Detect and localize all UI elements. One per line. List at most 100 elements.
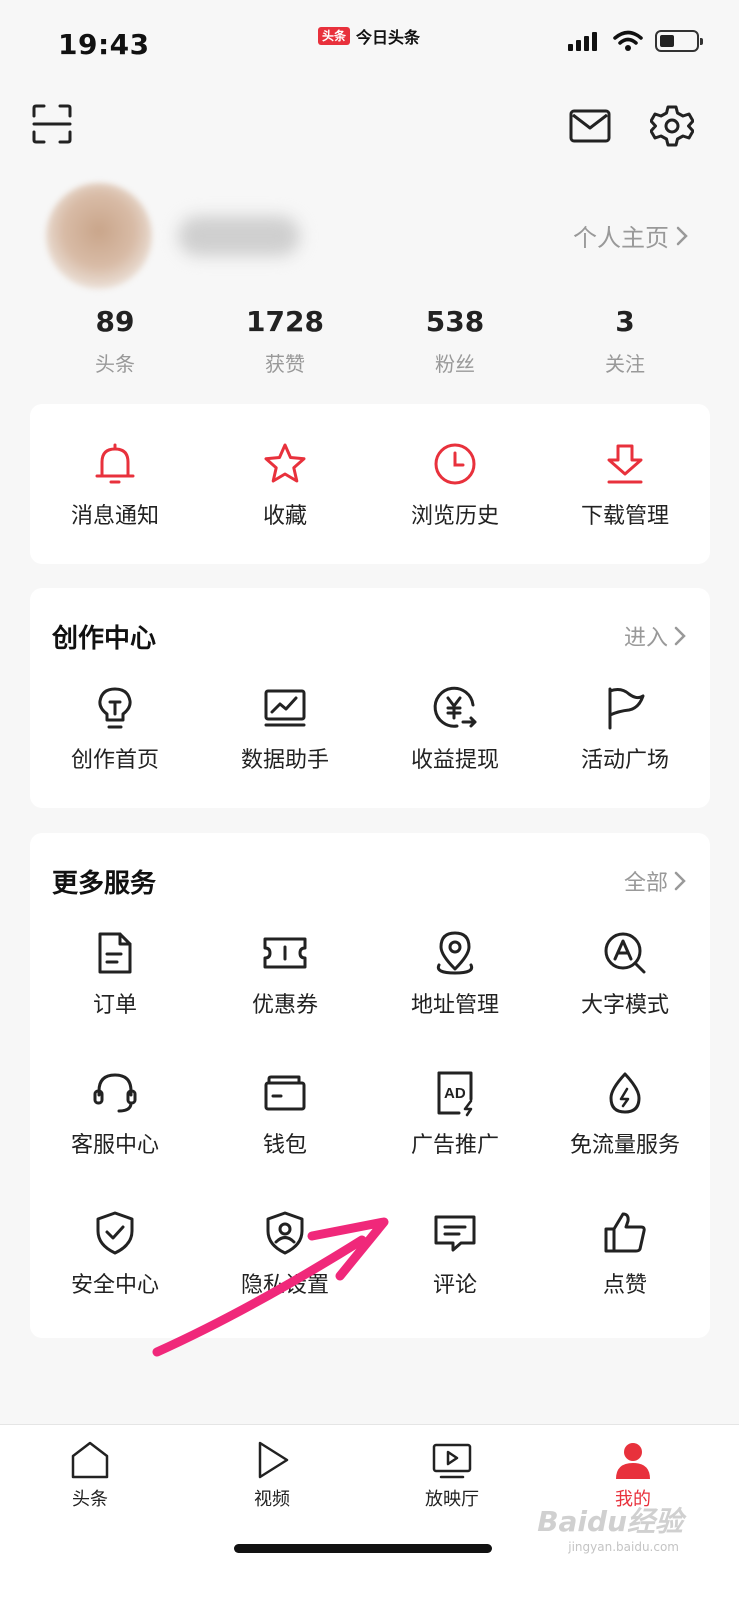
comment-icon — [434, 1215, 476, 1252]
stat-label: 关注 — [605, 352, 645, 376]
service-label: 大字模式 — [580, 993, 669, 1018]
service-security-center[interactable]: 安全中心 — [30, 1209, 200, 1299]
quick-action-label: 下载管理 — [580, 504, 669, 529]
service-large-font[interactable]: 大字模式 — [540, 929, 710, 1019]
service-label: 评论 — [432, 1273, 477, 1298]
creator-home[interactable]: 创作首页 — [30, 684, 200, 774]
stat-value: 89 — [95, 305, 135, 338]
more-services-all-link[interactable]: 全部 — [624, 865, 686, 897]
nav-label: 视频 — [254, 1489, 290, 1510]
stat-label: 头条 — [95, 352, 135, 376]
gear-icon[interactable] — [650, 104, 694, 148]
nav-video[interactable]: 视频 — [212, 1439, 332, 1511]
service-label: 订单 — [92, 993, 137, 1018]
service-label: 点赞 — [602, 1273, 647, 1298]
quick-action-downloads[interactable]: 下载管理 — [540, 440, 710, 530]
bell-icon — [95, 443, 135, 484]
creator-center-title: 创作中心 — [52, 624, 157, 654]
stat-value: 1728 — [246, 305, 324, 338]
creator-earnings[interactable]: 收益提现 — [370, 684, 540, 774]
service-privacy-settings[interactable]: 隐私设置 — [200, 1209, 370, 1299]
service-label: 客服中心 — [70, 1133, 159, 1158]
service-label: 隐私设置 — [240, 1273, 329, 1298]
service-customer-center[interactable]: 客服中心 — [30, 1069, 200, 1159]
service-likes[interactable]: 点赞 — [540, 1209, 710, 1299]
home-icon — [71, 1441, 109, 1479]
nav-toutiao[interactable]: 头条 — [30, 1439, 150, 1511]
flag-icon — [608, 687, 645, 730]
signal-icon — [568, 32, 597, 51]
creator-item-label: 创作首页 — [70, 748, 159, 773]
service-label: 钱包 — [262, 1133, 307, 1158]
thumbs-up-icon — [604, 1212, 646, 1253]
download-icon — [607, 444, 643, 484]
ad-icon: AD — [437, 1071, 473, 1117]
creator-item-label: 收益提现 — [410, 748, 499, 773]
service-label: 广告推广 — [410, 1133, 499, 1158]
headset-icon — [93, 1073, 137, 1113]
status-time: 19:43 — [58, 28, 150, 61]
creator-center-card: 创作中心 进入 创作首页 数据助手 收益提现 活动广场 — [30, 588, 710, 808]
stat-label: 粉丝 — [435, 352, 475, 376]
nav-label: 头条 — [72, 1489, 108, 1510]
stat-following[interactable]: 3 关注 — [540, 305, 710, 377]
service-coupons[interactable]: 优惠券 — [200, 929, 370, 1019]
watermark: Baidu经验 — [537, 1505, 683, 1538]
yuan-withdraw-icon — [433, 686, 477, 728]
stat-likes[interactable]: 1728 获赞 — [200, 305, 370, 377]
play-icon — [258, 1441, 289, 1479]
coupon-icon — [263, 937, 307, 969]
quick-action-history[interactable]: 浏览历史 — [370, 440, 540, 530]
clock-icon — [434, 443, 476, 485]
app-name: 今日头条 — [356, 28, 421, 47]
lightbulb-icon — [98, 687, 132, 729]
creator-activities[interactable]: 活动广场 — [540, 684, 710, 774]
watermark-url: jingyan.baidu.com — [568, 1540, 679, 1554]
user-icon — [616, 1443, 650, 1479]
quick-action-favorites[interactable]: 收藏 — [200, 440, 370, 530]
svg-text:AD: AD — [444, 1085, 466, 1102]
service-ad-promotion[interactable]: AD 广告推广 — [370, 1069, 540, 1159]
creator-data-assistant[interactable]: 数据助手 — [200, 684, 370, 774]
service-address[interactable]: 地址管理 — [370, 929, 540, 1019]
avatar[interactable] — [46, 183, 152, 289]
privacy-shield-icon — [266, 1211, 304, 1255]
mail-icon[interactable] — [568, 104, 612, 148]
profile-homepage-label: 个人主页 — [573, 224, 669, 252]
creator-item-label: 数据助手 — [240, 748, 329, 773]
status-indicators — [567, 30, 703, 52]
nav-label: 放映厅 — [425, 1489, 479, 1510]
wifi-icon — [613, 30, 643, 51]
quick-actions-card: 消息通知 收藏 浏览历史 下载管理 — [30, 404, 710, 564]
document-icon — [98, 932, 132, 974]
chevron-right-icon — [676, 226, 688, 245]
service-free-data[interactable]: 免流量服务 — [540, 1069, 710, 1159]
stats-row: 89 头条 1728 获赞 538 粉丝 3 关注 — [30, 305, 710, 377]
creator-center-enter-label: 进入 — [623, 626, 668, 651]
profile-homepage-link[interactable]: 个人主页 — [573, 218, 689, 253]
battery-icon — [655, 30, 703, 52]
more-services-all-label: 全部 — [623, 871, 668, 896]
data-drop-icon — [609, 1072, 641, 1114]
stat-label: 获赞 — [265, 352, 305, 376]
nav-theater[interactable]: 放映厅 — [392, 1439, 512, 1511]
username-blurred — [178, 216, 300, 256]
chevron-right-icon — [674, 626, 686, 646]
home-indicator — [234, 1544, 492, 1553]
quick-action-notifications[interactable]: 消息通知 — [30, 440, 200, 530]
scan-icon[interactable] — [30, 102, 74, 146]
more-services-card: 更多服务 全部 订单 优惠券 地址管理 大字模式 客服中心 钱包 AD 广告推广… — [30, 833, 710, 1338]
service-comments[interactable]: 评论 — [370, 1209, 540, 1299]
more-services-title: 更多服务 — [52, 869, 157, 899]
stat-posts[interactable]: 89 头条 — [30, 305, 200, 377]
service-orders[interactable]: 订单 — [30, 929, 200, 1019]
quick-action-label: 浏览历史 — [410, 504, 499, 529]
location-pin-icon — [436, 931, 474, 975]
creator-center-enter-link[interactable]: 进入 — [624, 620, 686, 652]
service-wallet[interactable]: 钱包 — [200, 1069, 370, 1159]
large-font-icon — [604, 932, 646, 974]
stat-followers[interactable]: 538 粉丝 — [370, 305, 540, 377]
stat-value: 538 — [425, 305, 485, 338]
creator-item-label: 活动广场 — [580, 748, 669, 773]
service-label: 地址管理 — [410, 993, 499, 1018]
